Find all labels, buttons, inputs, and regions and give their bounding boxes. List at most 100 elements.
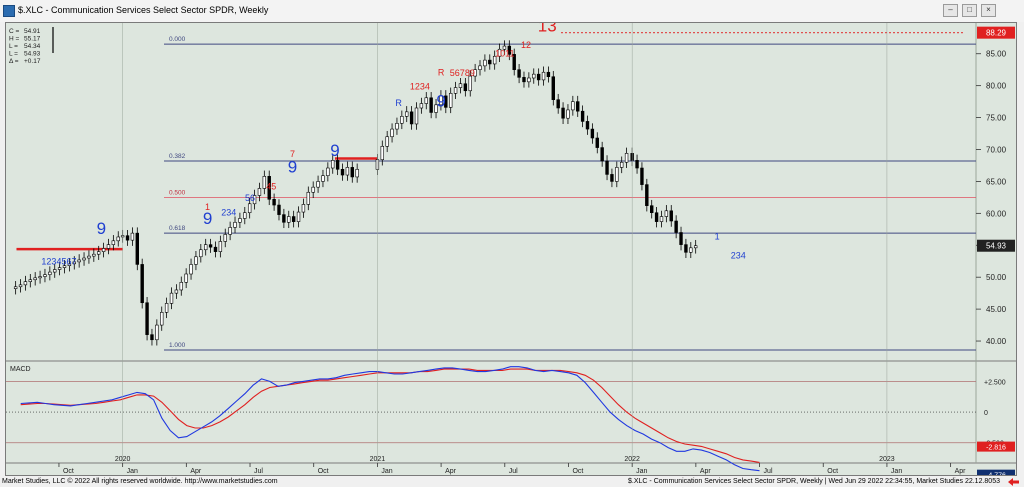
ohlc-value: +0.17 bbox=[24, 58, 41, 65]
footer-copyright: Market Studies, LLC © 2022 All rights re… bbox=[2, 478, 278, 485]
chart-svg[interactable]: 40.0045.0050.0055.0060.0065.0070.0075.00… bbox=[6, 16, 1016, 480]
fib-label: 1.000 bbox=[169, 342, 186, 349]
ohlc-label: Δ = bbox=[9, 58, 19, 65]
setup-count-blue-annotation: 1 bbox=[715, 232, 720, 242]
candle-body bbox=[101, 248, 106, 252]
candle-body bbox=[650, 205, 654, 214]
candle-body bbox=[233, 221, 237, 228]
x-tick-label: Jan bbox=[381, 468, 392, 475]
candle-body bbox=[199, 249, 203, 258]
candle-body bbox=[111, 240, 116, 245]
candle-body bbox=[541, 71, 546, 81]
y-tick-label: 45.00 bbox=[986, 305, 1007, 314]
x-tick-label: Oct bbox=[63, 468, 74, 475]
candle-body bbox=[536, 73, 541, 81]
setup-count-red-annotation: 45 bbox=[266, 182, 276, 192]
candle-body bbox=[390, 128, 394, 138]
candle-body bbox=[116, 236, 120, 242]
candle-body bbox=[326, 167, 330, 176]
candle-body bbox=[635, 160, 639, 169]
year-label: 2023 bbox=[879, 456, 895, 463]
candle-body bbox=[561, 107, 565, 119]
candle-body bbox=[291, 216, 296, 222]
candle-body bbox=[448, 93, 453, 108]
candle-body bbox=[82, 257, 86, 261]
x-tick-label: Jan bbox=[891, 468, 902, 475]
candle-body bbox=[282, 214, 286, 223]
candle-body bbox=[57, 267, 62, 270]
candle-body bbox=[135, 232, 140, 265]
x-tick-label: Jul bbox=[254, 468, 263, 475]
macd-signal-badge-label: -2.816 bbox=[986, 445, 1006, 452]
window-title: $.XLC - Communication Services Select Se… bbox=[18, 5, 269, 15]
setup-count-red-annotation: 1011 bbox=[495, 48, 514, 58]
candle-body bbox=[208, 244, 213, 248]
candle-body bbox=[395, 123, 399, 130]
candle-body bbox=[345, 167, 350, 176]
candle-body bbox=[595, 137, 599, 148]
y-tick-label: 70.00 bbox=[986, 146, 1007, 155]
fib-label: 0.618 bbox=[169, 225, 186, 232]
candle-body bbox=[600, 147, 604, 162]
candle-body bbox=[522, 77, 526, 83]
candle-body bbox=[331, 160, 335, 169]
ohlc-value: 55.17 bbox=[24, 36, 41, 43]
candle-body bbox=[140, 264, 144, 304]
candle-body bbox=[160, 312, 164, 326]
candle-body bbox=[684, 244, 688, 253]
chart-area[interactable]: 40.0045.0050.0055.0060.0065.0070.0075.00… bbox=[5, 16, 1017, 480]
ohlc-label: L = bbox=[9, 51, 18, 58]
close-button[interactable]: × bbox=[981, 4, 996, 17]
x-tick-label: Oct bbox=[827, 468, 838, 475]
setup-count-blue-annotation: 56 bbox=[245, 193, 255, 203]
year-label: 2020 bbox=[115, 456, 131, 463]
fib-label: 0.500 bbox=[169, 189, 186, 196]
candle-body bbox=[194, 256, 198, 265]
year-label: 2022 bbox=[624, 456, 640, 463]
setup-count-red-annotation: 1 bbox=[205, 202, 210, 212]
candle-body bbox=[585, 121, 590, 130]
candle-body bbox=[669, 210, 673, 222]
candle-body bbox=[77, 259, 81, 263]
candle-body bbox=[38, 276, 42, 279]
candle-body bbox=[48, 271, 52, 275]
candle-body bbox=[566, 109, 570, 119]
candle-body bbox=[301, 204, 306, 213]
candle-body bbox=[18, 284, 23, 288]
candle-body bbox=[429, 97, 433, 113]
candle-body bbox=[350, 167, 354, 178]
setup-count-red-annotation: 13 bbox=[538, 23, 557, 35]
y-tick-label: 65.00 bbox=[986, 177, 1007, 186]
y-tick-label: 75.00 bbox=[986, 114, 1007, 123]
candle-body bbox=[571, 101, 575, 111]
candle-body bbox=[33, 277, 37, 281]
setup-count-blue-annotation: 234 bbox=[731, 251, 746, 261]
ohlc-label: L = bbox=[9, 43, 18, 50]
candle-body bbox=[130, 232, 135, 241]
setup-count-blue-annotation: 9 bbox=[288, 157, 297, 176]
x-tick-label: Jul bbox=[509, 468, 518, 475]
candle-body bbox=[238, 218, 242, 223]
setup-count-red-annotation: R bbox=[438, 67, 445, 77]
macd-line bbox=[20, 366, 760, 472]
candle-body bbox=[409, 111, 414, 125]
candle-body bbox=[654, 212, 659, 222]
candle-body bbox=[164, 303, 169, 313]
candle-body bbox=[640, 167, 644, 185]
candle-body bbox=[488, 59, 492, 65]
x-tick-label: Apr bbox=[700, 468, 712, 475]
candle-body bbox=[311, 186, 315, 193]
back-arrow-icon[interactable] bbox=[1006, 477, 1020, 487]
minimize-button[interactable]: – bbox=[943, 4, 958, 17]
candle-body bbox=[223, 234, 227, 242]
candle-body bbox=[43, 274, 47, 277]
candle-body bbox=[380, 146, 384, 161]
candle-body bbox=[92, 253, 96, 257]
candle-body bbox=[580, 110, 585, 122]
setup-count-blue-annotation: R bbox=[395, 98, 402, 108]
candle-body bbox=[150, 334, 154, 341]
candle-body bbox=[478, 65, 482, 70]
maximize-button[interactable]: □ bbox=[962, 4, 977, 17]
candle-body bbox=[218, 241, 223, 252]
candle-body bbox=[306, 191, 311, 205]
